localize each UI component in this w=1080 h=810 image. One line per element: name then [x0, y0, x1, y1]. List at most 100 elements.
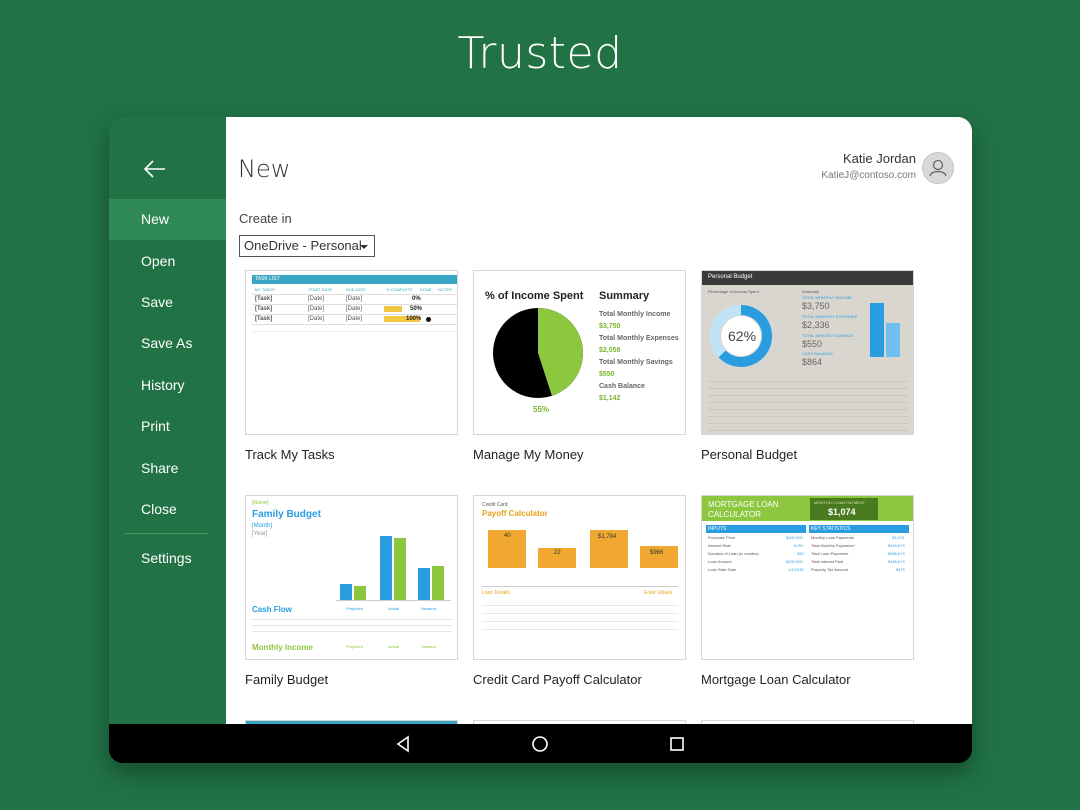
thumb-mortgage-cell: Total Monthly Payments*: [811, 543, 856, 548]
thumb-personal-value: $3,750: [802, 301, 830, 311]
template-thumbnail: % of Income Spent 55% Summary Total Mont…: [473, 270, 686, 435]
thumb-task-col: % COMPLETE: [386, 287, 413, 292]
avatar[interactable]: [922, 152, 954, 184]
back-arrow-icon[interactable]: [143, 157, 167, 181]
thumb-family-cashflow: Cash Flow: [252, 605, 293, 614]
thumb-task-cell: 0%: [412, 296, 421, 302]
thumb-family-col: Projected: [346, 644, 363, 649]
sidebar-item-share[interactable]: Share: [109, 448, 226, 489]
thumb-family-col: Projected: [346, 606, 363, 611]
thumb-mortgage-cell: Monthly Loan Payments: [811, 535, 854, 540]
thumb-mortgage-payment-label: MONTHLY LOAN PAYMENT: [814, 500, 866, 505]
sidebar-item-new[interactable]: New: [109, 199, 226, 240]
thumb-mortgage-cell: 5.0%: [794, 543, 804, 548]
template-thumbnail: Credit Card Payoff Calculator 40 22 $1,7…: [473, 495, 686, 660]
thumb-personal-label: TOTAL MONTHLY SAVINGS: [802, 333, 854, 338]
thumb-task-col: DUE DATE: [346, 287, 366, 292]
location-dropdown-value: OneDrive - Personal: [244, 238, 362, 253]
thumb-task-col: MY TASKS: [255, 287, 275, 292]
thumb-family-month: [Month]: [252, 523, 273, 529]
thumb-task-header: TASK LIST: [255, 276, 280, 282]
thumb-family-year: [Year]: [252, 531, 268, 537]
thumb-personal-label: TOTAL MONTHLY EXPENSES: [802, 314, 858, 319]
thumb-task-col: START DATE: [308, 287, 333, 292]
thumb-credit-title: Payoff Calculator: [482, 509, 548, 518]
thumb-task-cell: 50%: [410, 306, 423, 312]
sidebar-item-open[interactable]: Open: [109, 241, 226, 282]
thumb-task-cell: [Task]: [255, 306, 273, 312]
sidebar-divider: [125, 533, 209, 534]
thumb-personal-summary: Summary: [802, 289, 820, 294]
thumb-personal-label: CASH BALANCE: [802, 351, 833, 356]
template-name: Family Budget: [245, 672, 329, 687]
thumb-task-cell: [Date]: [308, 306, 325, 312]
template-name: Personal Budget: [701, 447, 798, 462]
thumb-family-title: Family Budget: [252, 509, 321, 520]
thumb-credit-enter: Enter Values: [644, 590, 673, 596]
pie-chart: [493, 308, 584, 398]
page-title: New: [238, 155, 291, 183]
template-tile-credit-card-payoff[interactable]: Credit Card Payoff Calculator 40 22 $1,7…: [473, 495, 686, 687]
template-thumbnail: [Name] Family Budget [Month] [Year] Cash…: [245, 495, 458, 660]
location-dropdown[interactable]: OneDrive - Personal: [239, 235, 375, 257]
thumb-family-col: Actual: [388, 644, 400, 649]
thumb-mortgage-cell: 360: [797, 551, 804, 556]
thumb-mortgage-inputs: INPUTS: [708, 526, 727, 532]
thumb-task-cell: [Task]: [255, 296, 273, 302]
template-thumbnail: Personal Budget Percentage of Income Spe…: [701, 270, 914, 435]
thumb-mortgage-title: CALCULATOR: [708, 510, 762, 519]
user-account[interactable]: Katie Jordan KatieJ@contoso.com: [821, 151, 954, 184]
back-triangle-icon[interactable]: [394, 734, 414, 754]
thumb-mortgage-cell: Property Tax Amount: [811, 567, 849, 572]
thumb-credit-bar: $1,784: [598, 534, 617, 540]
sidebar-item-save-as[interactable]: Save As: [109, 323, 226, 364]
thumb-credit-small: Credit Card: [482, 502, 508, 508]
thumb-mortgage-cell: $200,000: [786, 559, 803, 564]
thumb-mortgage-cell: Loan Start Date: [708, 567, 737, 572]
thumb-mortgage-cell: Total Interest Paid: [811, 559, 844, 564]
thumb-credit-bar: 22: [554, 550, 561, 556]
banner-title: Trusted: [457, 28, 623, 79]
template-name: Credit Card Payoff Calculator: [473, 672, 642, 687]
person-icon: [929, 159, 947, 177]
thumb-personal-sub: Percentage of Income Spent: [708, 289, 759, 294]
sidebar-item-save[interactable]: Save: [109, 282, 226, 323]
thumb-family-col: Actual: [388, 606, 400, 611]
thumb-money-value: $1,142: [599, 395, 621, 402]
sidebar-item-print[interactable]: Print: [109, 406, 226, 447]
thumb-task-cell: [Task]: [255, 316, 273, 322]
thumb-task-cell: 100%: [406, 316, 422, 322]
thumb-task-cell: [Date]: [308, 316, 325, 322]
sidebar-item-close[interactable]: Close: [109, 489, 226, 530]
recents-square-icon[interactable]: [667, 734, 687, 754]
template-tile-manage-my-money[interactable]: % of Income Spent 55% Summary Total Mont…: [473, 270, 686, 462]
user-name: Katie Jordan: [843, 151, 916, 166]
home-circle-icon[interactable]: [530, 734, 550, 754]
thumb-task-cell: [Date]: [308, 296, 325, 302]
thumb-mortgage-cell: $386,679: [888, 551, 905, 556]
template-tile-personal-budget[interactable]: Personal Budget Percentage of Income Spe…: [701, 270, 914, 462]
thumb-mortgage-stats: KEY STATISTICS: [811, 526, 851, 532]
sidebar-item-settings[interactable]: Settings: [109, 538, 226, 579]
thumb-personal-value: $2,336: [802, 320, 830, 330]
thumb-task-cell: [Date]: [346, 306, 363, 312]
thumb-family-income: Monthly Income: [252, 643, 313, 652]
sidebar-item-history[interactable]: History: [109, 365, 226, 406]
thumb-mortgage-cell: $420,679: [888, 543, 905, 548]
thumb-personal-value: $550: [802, 339, 823, 349]
thumb-personal-label: TOTAL MONTHLY INCOME: [802, 295, 852, 300]
template-tile-track-my-tasks[interactable]: TASK LIST MY TASKS START DATE DUE DATE %…: [245, 270, 458, 462]
thumb-task-cell: [Date]: [346, 316, 363, 322]
system-nav-bar: [109, 724, 972, 763]
template-tile-mortgage-loan[interactable]: MORTGAGE LOAN CALCULATOR MONTHLY LOAN PA…: [701, 495, 914, 687]
thumb-mortgage-title: MORTGAGE LOAN: [708, 500, 779, 509]
thumb-money-value: $3,750: [599, 323, 621, 330]
thumb-mortgage-cell: Purchase Price: [708, 535, 736, 540]
thumb-mortgage-cell: Interest Rate: [708, 543, 731, 548]
template-name: Track My Tasks: [245, 447, 335, 462]
thumb-task-col: NOTES: [438, 287, 452, 292]
template-thumbnail: TASK LIST MY TASKS START DATE DUE DATE %…: [245, 270, 458, 435]
template-tile-family-budget[interactable]: [Name] Family Budget [Month] [Year] Cash…: [245, 495, 458, 687]
thumb-mortgage-cell: $185,679: [888, 559, 905, 564]
thumb-personal-header: Personal Budget: [708, 274, 753, 280]
